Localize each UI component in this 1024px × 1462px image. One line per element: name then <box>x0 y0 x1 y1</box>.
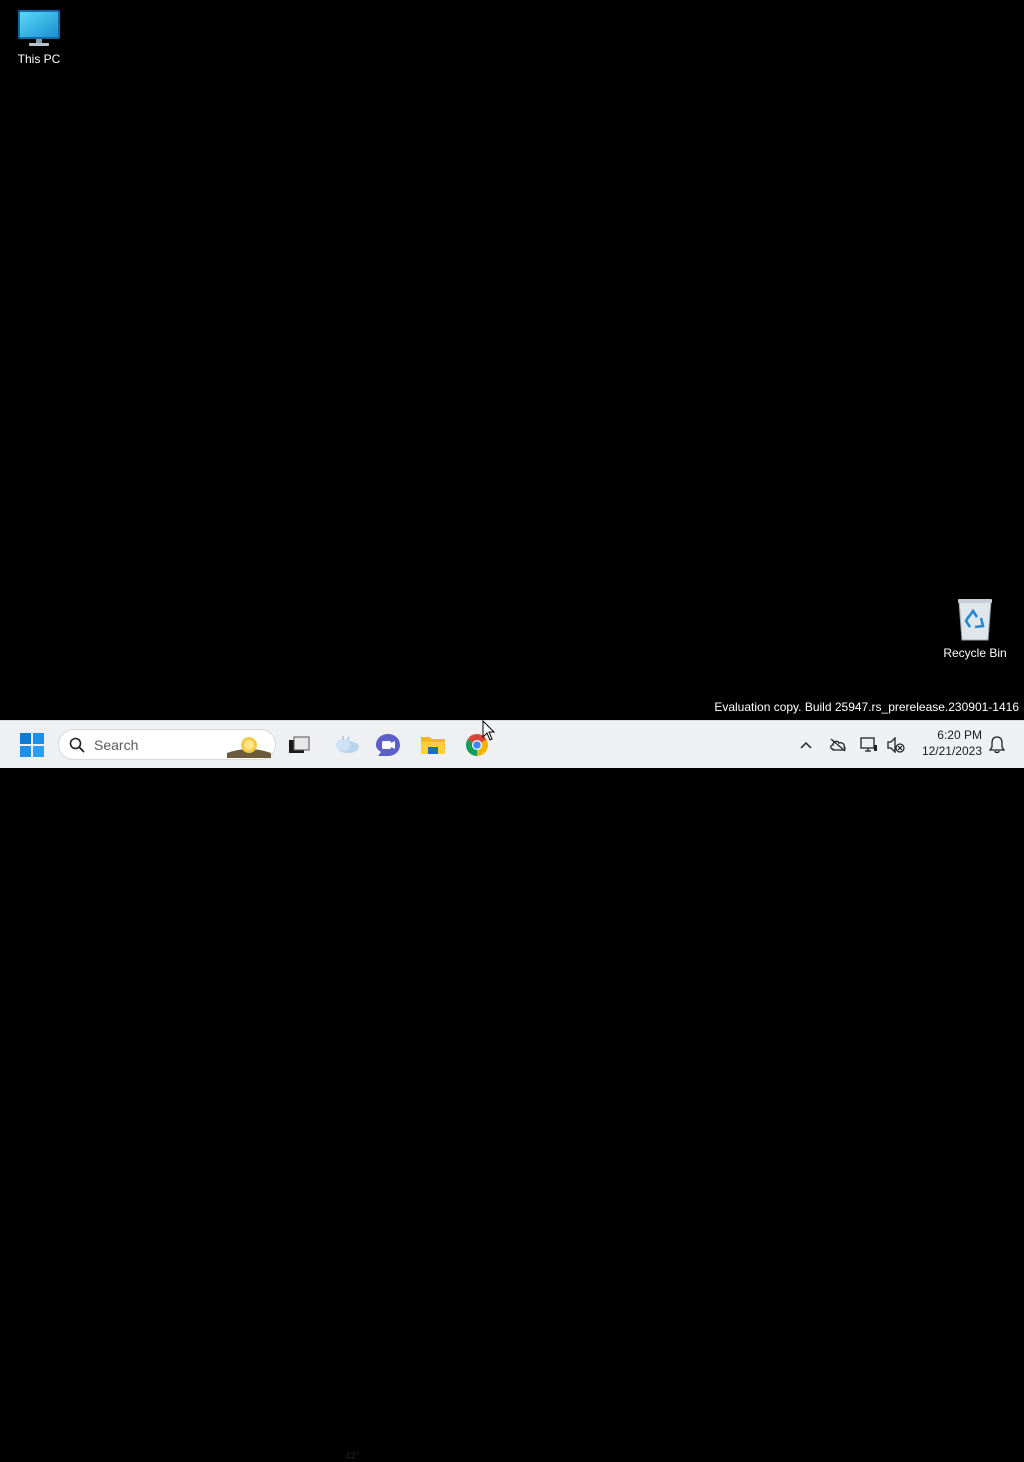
network-tray-button[interactable] <box>858 721 880 768</box>
search-placeholder: Search <box>94 736 139 753</box>
windows-logo-icon <box>20 732 44 757</box>
weather-icon <box>336 735 359 753</box>
task-view-icon <box>289 736 310 753</box>
task-view-button[interactable] <box>282 721 316 768</box>
folder-icon <box>421 736 445 754</box>
volume-muted-icon <box>887 736 905 753</box>
notification-bell-icon <box>989 735 1005 753</box>
desktop-icon-label: This PC <box>17 52 61 66</box>
mouse-cursor-icon <box>482 720 496 741</box>
desktop: This PC Recycle Bin Evaluation copy. Bui… <box>0 0 1024 720</box>
search-input[interactable]: Search <box>58 729 276 760</box>
recycle-bin-icon <box>958 599 992 641</box>
onedrive-tray-button[interactable] <box>826 721 850 768</box>
weather-widget-button[interactable] <box>326 721 368 768</box>
notifications-button[interactable] <box>986 721 1008 768</box>
monitor-icon <box>18 10 60 46</box>
weather-temperature: 42° <box>345 1451 361 1462</box>
desktop-icon-recycle-bin[interactable]: Recycle Bin <box>937 596 1013 660</box>
chat-icon <box>376 733 400 756</box>
clock-time: 6:20 PM <box>937 728 982 742</box>
taskbar: Search 42° 6:20 PM 12/21/2023 <box>0 720 1024 1462</box>
volume-tray-button[interactable] <box>884 721 908 768</box>
search-highlight-icon <box>227 737 271 758</box>
evaluation-watermark: Evaluation copy. Build 25947.rs_prerelea… <box>714 700 1019 714</box>
onedrive-offline-icon <box>830 738 846 751</box>
desktop-icon-label: Recycle Bin <box>943 646 1007 660</box>
network-icon <box>860 736 877 752</box>
start-button[interactable] <box>12 721 52 768</box>
chevron-up-icon <box>800 741 812 749</box>
clock-date: 12/21/2023 <box>921 744 982 758</box>
taskbar-clock[interactable]: 6:20 PM 12/21/2023 <box>912 727 982 759</box>
show-hidden-icons-button[interactable] <box>796 721 816 768</box>
chat-button[interactable] <box>370 721 406 768</box>
file-explorer-button[interactable] <box>414 721 452 768</box>
search-icon <box>69 737 85 753</box>
desktop-icon-this-pc[interactable]: This PC <box>1 8 77 66</box>
